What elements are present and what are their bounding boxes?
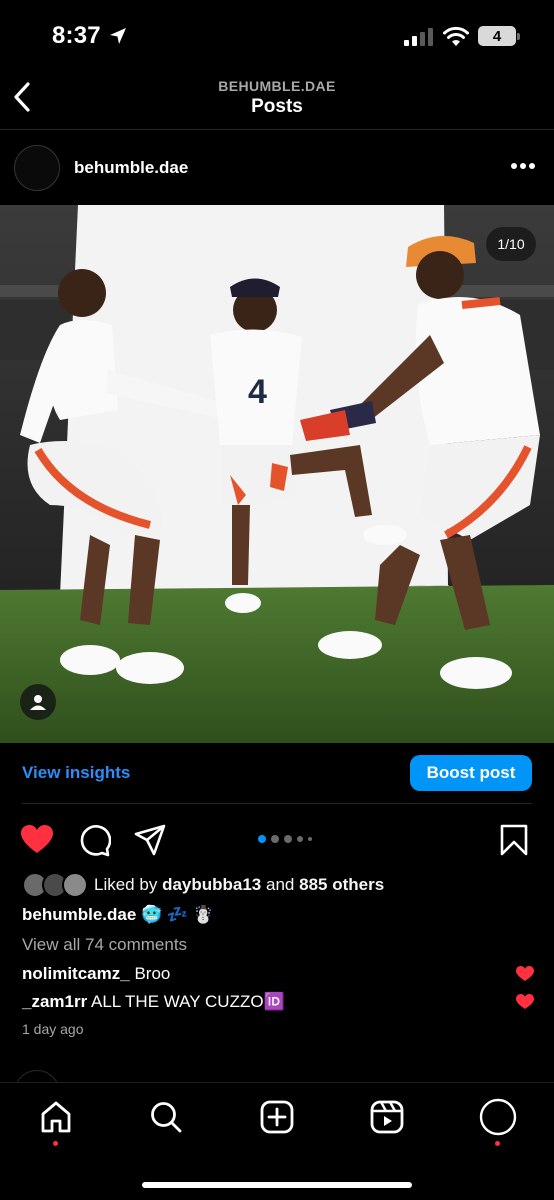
create-icon — [260, 1100, 294, 1134]
status-bar: 8:37 4 — [0, 0, 554, 72]
battery-indicator: 4 — [478, 26, 520, 46]
header-username: BEHUMBLE.DAE — [218, 78, 336, 94]
post-timestamp: 1 day ago — [22, 1021, 84, 1037]
liker-avatars — [22, 872, 88, 898]
caption-text: 🥶 💤 ☃️ — [141, 905, 214, 924]
carousel-dot — [271, 835, 279, 843]
insights-row: View insights Boost post — [0, 743, 554, 805]
home-icon — [41, 1101, 71, 1133]
tag-user-icon — [30, 695, 46, 710]
liked-by-prefix: Liked by — [94, 875, 158, 894]
search-icon — [151, 1102, 182, 1133]
view-all-comments-link[interactable]: View all 74 comments — [22, 935, 187, 955]
nav-search[interactable] — [146, 1097, 186, 1137]
liker-avatar — [62, 872, 88, 898]
reels-icon — [370, 1100, 404, 1134]
svg-text:4: 4 — [248, 373, 267, 411]
top-header: BEHUMBLE.DAE Posts — [0, 72, 554, 130]
liked-by-user[interactable]: daybubba13 — [162, 875, 261, 894]
comment-heart-icon[interactable] — [516, 966, 534, 982]
comment-username[interactable]: _zam1rr — [22, 992, 87, 1011]
boost-post-button[interactable]: Boost post — [410, 755, 532, 791]
carousel-dot — [297, 836, 303, 842]
comment-heart-icon[interactable] — [516, 994, 534, 1010]
more-icon[interactable] — [510, 162, 536, 170]
nav-reels[interactable] — [367, 1097, 407, 1137]
comment-row: nolimitcamz_ Broo — [22, 964, 532, 984]
bookmark-icon[interactable] — [497, 823, 531, 857]
profile-notification-dot — [495, 1141, 500, 1146]
post-actions — [0, 815, 554, 863]
carousel-dot — [284, 835, 292, 843]
liked-by-and: and — [266, 875, 295, 894]
nav-profile[interactable] — [478, 1097, 518, 1137]
tag-user-button[interactable] — [20, 684, 56, 720]
comment-row: _zam1rr ALL THE WAY CUZZO🆔 — [22, 992, 532, 1012]
likes-row[interactable]: Liked by daybubba13 and 885 others — [22, 872, 384, 898]
battery-level: 4 — [492, 27, 502, 45]
home-indicator — [142, 1182, 412, 1188]
nav-create[interactable] — [257, 1097, 297, 1137]
comment-username[interactable]: nolimitcamz_ — [22, 964, 130, 983]
heart-icon[interactable] — [20, 823, 54, 857]
caption: behumble.dae 🥶 💤 ☃️ — [22, 905, 214, 925]
photo-illustration: 4 — [0, 205, 554, 743]
comment-text: Broo — [134, 964, 171, 983]
divider — [22, 803, 532, 804]
carousel-dot-active — [258, 835, 266, 843]
caption-username[interactable]: behumble.dae — [22, 905, 136, 924]
location-arrow-icon — [110, 28, 126, 44]
post-header: behumble.dae — [0, 140, 554, 196]
image-counter: 1/10 — [486, 227, 536, 261]
liked-by-others[interactable]: 885 others — [299, 875, 384, 894]
nav-home[interactable] — [36, 1097, 76, 1137]
carousel-dots — [258, 835, 312, 843]
page-title: Posts — [251, 96, 303, 117]
comment-icon[interactable] — [77, 823, 111, 857]
post-image[interactable]: 4 — [0, 205, 554, 743]
post-author-username[interactable]: behumble.dae — [74, 158, 188, 178]
view-insights-link[interactable]: View insights — [22, 763, 130, 783]
signal-icon — [404, 28, 433, 46]
wifi-icon — [443, 26, 469, 46]
home-notification-dot — [53, 1141, 58, 1146]
carousel-dot — [308, 837, 312, 841]
share-icon[interactable] — [133, 823, 167, 857]
post-author-avatar[interactable] — [14, 145, 60, 191]
likes-text: Liked by daybubba13 and 885 others — [94, 875, 384, 895]
comment-text: ALL THE WAY CUZZO🆔 — [91, 992, 285, 1011]
profile-icon — [479, 1098, 517, 1136]
status-time: 8:37 — [52, 22, 101, 49]
